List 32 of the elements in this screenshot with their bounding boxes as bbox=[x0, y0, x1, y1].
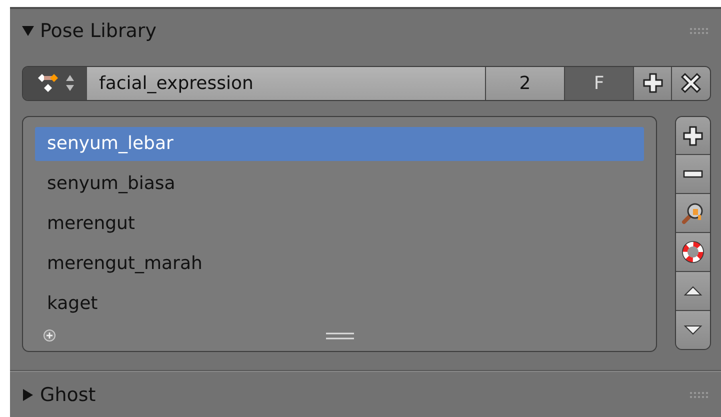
plus-icon bbox=[642, 72, 664, 94]
unlink-button[interactable] bbox=[672, 66, 710, 100]
pose-library-browse-button[interactable] bbox=[23, 66, 87, 100]
expand-triangle-icon[interactable] bbox=[22, 388, 34, 401]
pose-item[interactable]: senyum_biasa bbox=[35, 166, 644, 201]
pose-item[interactable]: senyum_lebar bbox=[35, 126, 644, 161]
filter-plus-icon[interactable] bbox=[43, 328, 56, 342]
panel-title[interactable]: Pose Library bbox=[40, 20, 156, 42]
up-arrow-icon bbox=[683, 284, 703, 297]
pose-item[interactable]: merengut bbox=[35, 206, 644, 241]
find-pose-button[interactable] bbox=[676, 194, 710, 234]
panel-title[interactable]: Ghost bbox=[40, 384, 96, 406]
lifebuoy-icon bbox=[681, 240, 705, 264]
collapse-triangle-icon[interactable] bbox=[22, 25, 34, 38]
fake-user-toggle[interactable]: F bbox=[565, 66, 634, 100]
move-down-button[interactable] bbox=[676, 310, 710, 349]
resize-handle-icon[interactable] bbox=[326, 332, 354, 340]
user-count[interactable]: 2 bbox=[486, 66, 565, 100]
up-down-arrows-icon bbox=[66, 74, 74, 92]
add-pose-button[interactable] bbox=[676, 116, 710, 156]
new-library-button[interactable] bbox=[634, 66, 672, 100]
close-icon bbox=[680, 72, 702, 94]
minus-icon bbox=[682, 169, 704, 180]
remove-pose-button[interactable] bbox=[676, 155, 710, 194]
magnifier-icon bbox=[681, 201, 705, 226]
down-arrow-icon bbox=[683, 324, 703, 336]
pose-item[interactable]: kaget bbox=[35, 286, 644, 321]
plus-icon bbox=[682, 124, 704, 147]
library-name-field[interactable]: facial_expression bbox=[87, 66, 486, 100]
sanitize-pose-button[interactable] bbox=[676, 233, 710, 272]
move-up-button[interactable] bbox=[676, 272, 710, 311]
pose-item[interactable]: merengut_marah bbox=[35, 246, 644, 281]
